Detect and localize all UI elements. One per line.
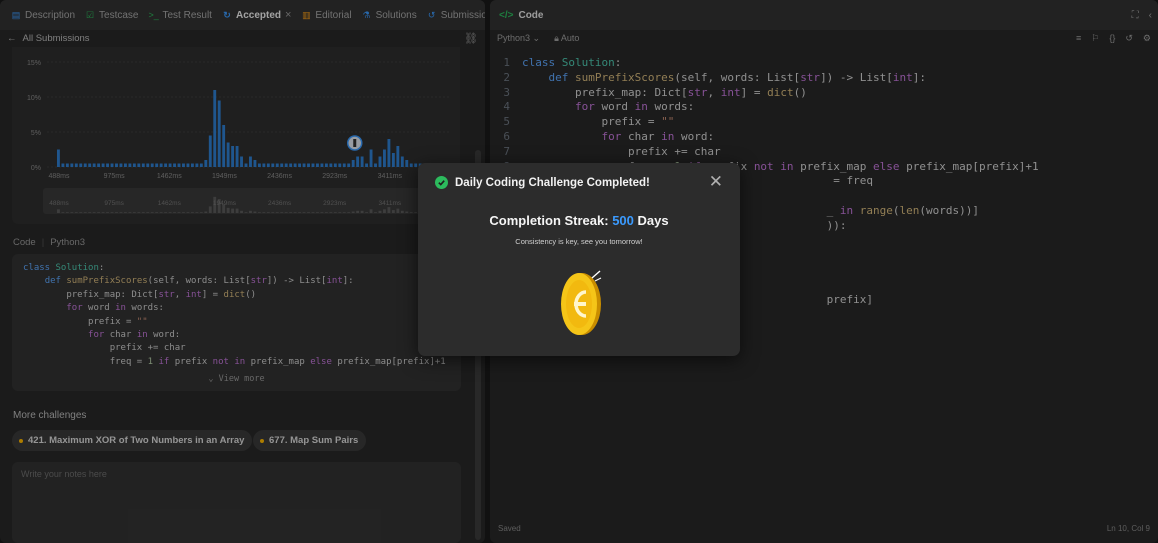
close-icon[interactable]: ✕ [709,173,723,191]
coin-icon [561,270,602,335]
modal-title: Daily Coding Challenge Completed! [435,176,650,189]
daily-challenge-modal: Daily Coding Challenge Completed! ✕ Comp… [418,163,740,356]
completion-streak: Completion Streak: 500 Days [489,213,669,228]
streak-count: 500 [612,213,634,228]
check-circle-icon [435,176,448,189]
modal-subtitle: Consistency is key, see you tomorrow! [515,237,643,246]
